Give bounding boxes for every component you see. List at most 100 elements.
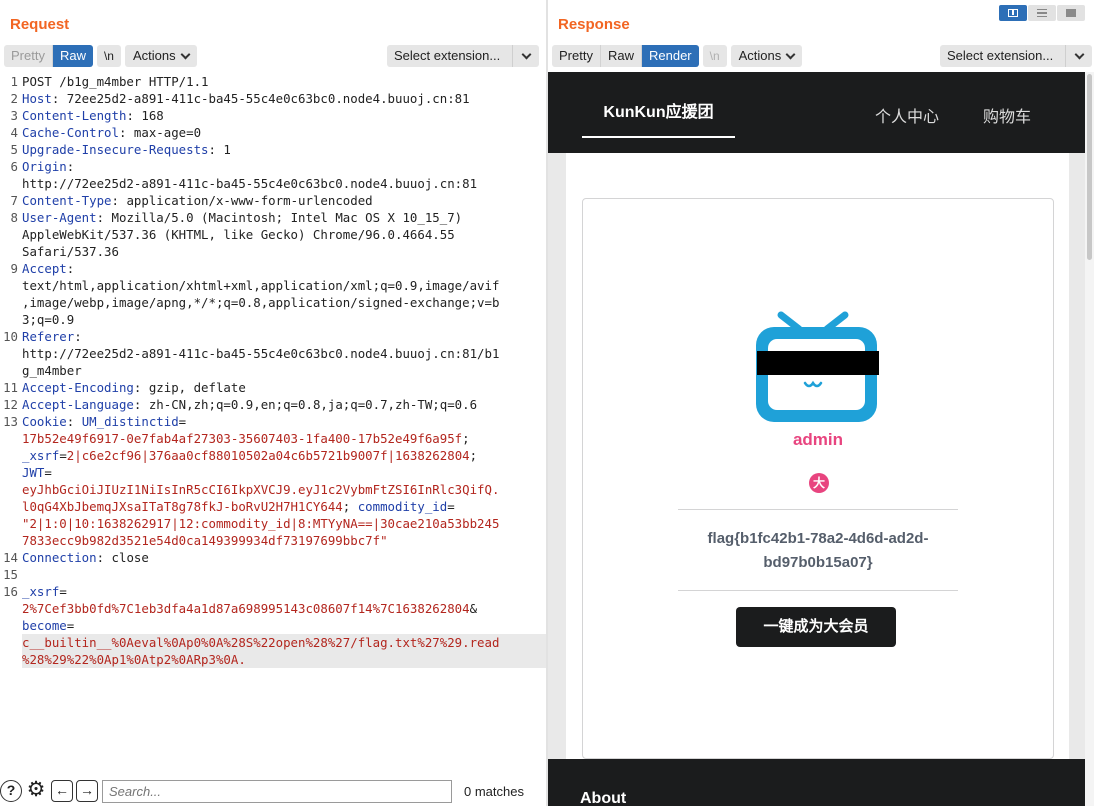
request-editor[interactable]: 1 POST /b1g_m4mber HTTP/1.1 2 Host: 72ee25d… <box>0 73 546 773</box>
request-actions-dropdown[interactable]: Actions <box>124 45 197 67</box>
param-value: 2%7Cef3bb0fd%7C1eb3dfa4a1d87a698995143c0… <box>22 601 470 616</box>
site-brand-link[interactable]: KunKun应援团 <box>582 72 735 138</box>
request-select-extension[interactable]: Select extension... <box>387 45 539 67</box>
editor-line[interactable]: 11 Accept-Encoding: gzip, deflate <box>0 379 546 396</box>
param-value: 17b52e49f6917-0e7fab4af27303-35607403-1f… <box>22 431 463 446</box>
line-content: Upgrade-Insecure-Requests: 1 <box>22 141 546 158</box>
editor-line[interactable]: 1 POST /b1g_m4mber HTTP/1.1 <box>0 73 546 90</box>
editor-line[interactable]: 6 Origin: <box>0 158 546 175</box>
editor-line[interactable]: become= <box>0 617 546 634</box>
response-title: Response <box>558 16 630 33</box>
response-tab-raw[interactable]: Raw <box>600 45 642 67</box>
header-key: JWT <box>22 465 45 480</box>
layout-tabs-button[interactable] <box>1057 5 1085 21</box>
editor-line[interactable]: 14 Connection: close <box>0 549 546 566</box>
editor-line[interactable]: 7833ecc9b982d3521e54d0ca149399934df73197… <box>0 532 546 549</box>
line-number: 2 <box>10 91 18 106</box>
editor-line[interactable]: http://72ee25d2-a891-411c-ba45-55c4e0c63… <box>0 175 546 192</box>
param-value: 2|c6e2cf96|376aa0cf88010502a04c6b5721b90… <box>66 448 470 463</box>
param-value: l0qG4XbJbemqJXsaITaT8g78fkJ-boRvU2H7H1CY… <box>22 499 343 514</box>
editor-line[interactable]: g_m4mber <box>0 362 546 379</box>
editor-line[interactable]: 4 Cache-Control: max-age=0 <box>0 124 546 141</box>
editor-line[interactable]: JWT= <box>0 464 546 481</box>
header-key: Upgrade-Insecure-Requests <box>22 142 209 157</box>
code-text: g_m4mber <box>22 363 82 378</box>
previous-match-icon[interactable]: ← <box>51 780 73 802</box>
editor-line[interactable]: %28%29%22%0Ap1%0Atp2%0ARp3%0A. <box>0 651 546 668</box>
response-tab-pretty[interactable]: Pretty <box>552 45 601 67</box>
line-number: 4 <box>10 125 18 140</box>
columns-icon <box>1008 9 1018 17</box>
editor-line[interactable]: Safari/537.36 <box>0 243 546 260</box>
editor-line[interactable]: 17b52e49f6917-0e7fab4af27303-35607403-1f… <box>0 430 546 447</box>
editor-line[interactable]: 7 Content-Type: application/x-www-form-ur… <box>0 192 546 209</box>
code-text: : application/x-www-form-urlencoded <box>111 193 373 208</box>
chevron-down-icon <box>180 49 191 59</box>
response-select-extension-label: Select extension... <box>940 45 1066 67</box>
editor-line[interactable]: 5 Upgrade-Insecure-Requests: 1 <box>0 141 546 158</box>
code-text: = <box>59 584 67 599</box>
request-newline-toggle[interactable]: \n <box>96 45 121 67</box>
line-number: 5 <box>10 142 18 157</box>
bilibili-tv-avatar-icon <box>756 311 879 422</box>
editor-line[interactable]: text/html,application/xhtml+xml,applicat… <box>0 277 546 294</box>
response-tab-render[interactable]: Render <box>641 45 699 67</box>
editor-line[interactable]: 8 User-Agent: Mozilla/5.0 (Macintosh; Int… <box>0 209 546 226</box>
editor-line[interactable]: 16 _xsrf= <box>0 583 546 600</box>
rendered-page: KunKun应援团 个人中心 购物车 admin 大 flag{b1fc42b1… <box>548 72 1085 806</box>
become-vip-button[interactable]: 一键成为大会员 <box>736 607 896 647</box>
layout-split-horizontal-button[interactable] <box>999 5 1027 21</box>
header-key: Referer <box>22 329 75 344</box>
vip-badge-icon: 大 <box>809 473 829 493</box>
line-number <box>0 226 22 243</box>
line-content: 2%7Cef3bb0fd%7C1eb3dfa4a1d87a698995143c0… <box>22 600 546 617</box>
request-select-extension-label: Select extension... <box>387 45 513 67</box>
editor-line[interactable]: eyJhbGciOiJIUzI1NiIsInR5cCI6IkpXVCJ9.eyJ… <box>0 481 546 498</box>
request-tab-pretty[interactable]: Pretty <box>4 45 53 67</box>
editor-line[interactable]: 3 Content-Length: 168 <box>0 107 546 124</box>
editor-line[interactable]: http://72ee25d2-a891-411c-ba45-55c4e0c63… <box>0 345 546 362</box>
divider <box>678 509 958 510</box>
nav-personal-center[interactable]: 个人中心 <box>875 103 939 127</box>
line-content: become= <box>22 617 546 634</box>
code-text: ,image/webp,image/apng,*/*;q=0.8,applica… <box>22 295 500 310</box>
editor-line[interactable]: 9 Accept: <box>0 260 546 277</box>
layout-view-modes <box>999 5 1085 21</box>
response-select-extension[interactable]: Select extension... <box>940 45 1092 67</box>
line-content: User-Agent: Mozilla/5.0 (Macintosh; Inte… <box>22 209 546 226</box>
editor-line[interactable]: l0qG4XbJbemqJXsaITaT8g78fkJ-boRvU2H7H1CY… <box>0 498 546 515</box>
request-tab-raw[interactable]: Raw <box>52 45 93 67</box>
editor-line[interactable]: 13 Cookie: UM_distinctid= <box>0 413 546 430</box>
profile-card: admin 大 flag{b1fc42b1-78a2-4d6d-ad2d-bd9… <box>566 153 1069 759</box>
request-actions-label: Actions <box>132 48 176 63</box>
code-text: Safari/537.36 <box>22 244 119 259</box>
settings-gear-icon[interactable]: ⚙ <box>24 779 48 803</box>
editor-line[interactable]: AppleWebKit/537.36 (KHTML, like Gecko) C… <box>0 226 546 243</box>
help-icon[interactable]: ? <box>0 780 22 802</box>
request-search-input[interactable] <box>102 779 452 803</box>
editor-line[interactable]: 2%7Cef3bb0fd%7C1eb3dfa4a1d87a698995143c0… <box>0 600 546 617</box>
editor-line[interactable]: 3;q=0.9 <box>0 311 546 328</box>
editor-line[interactable]: _xsrf=2|c6e2cf96|376aa0cf88010502a04c6b5… <box>0 447 546 464</box>
editor-line[interactable]: 10 Referer: <box>0 328 546 345</box>
editor-line[interactable]: c__builtin__%0Aeval%0Ap0%0A%28S%22open%2… <box>0 634 546 651</box>
editor-line[interactable]: 2 Host: 72ee25d2-a891-411c-ba45-55c4e0c63… <box>0 90 546 107</box>
line-content: %28%29%22%0Ap1%0Atp2%0ARp3%0A. <box>22 651 546 668</box>
header-key: Accept-Encoding <box>22 380 134 395</box>
nav-shopping-cart[interactable]: 购物车 <box>983 103 1031 127</box>
code-text: & <box>469 601 478 616</box>
editor-line[interactable]: "2|1:0|10:1638262917|12:commodity_id|8:M… <box>0 515 546 532</box>
next-match-icon[interactable]: → <box>76 780 98 802</box>
response-actions-dropdown[interactable]: Actions <box>730 45 803 67</box>
editor-line[interactable]: 15 <box>0 566 546 583</box>
editor-line[interactable]: ,image/webp,image/apng,*/*;q=0.8,applica… <box>0 294 546 311</box>
editor-line[interactable]: 12 Accept-Language: zh-CN,zh;q=0.9,en;q=0… <box>0 396 546 413</box>
line-number <box>0 294 22 311</box>
line-number <box>0 634 22 651</box>
scrollbar-thumb[interactable] <box>1087 74 1092 260</box>
divider <box>678 590 958 591</box>
render-scrollbar[interactable] <box>1085 72 1094 806</box>
response-newline-toggle[interactable]: \n <box>702 45 727 67</box>
layout-split-vertical-button[interactable] <box>1028 5 1056 21</box>
code-text: ; <box>342 499 358 514</box>
